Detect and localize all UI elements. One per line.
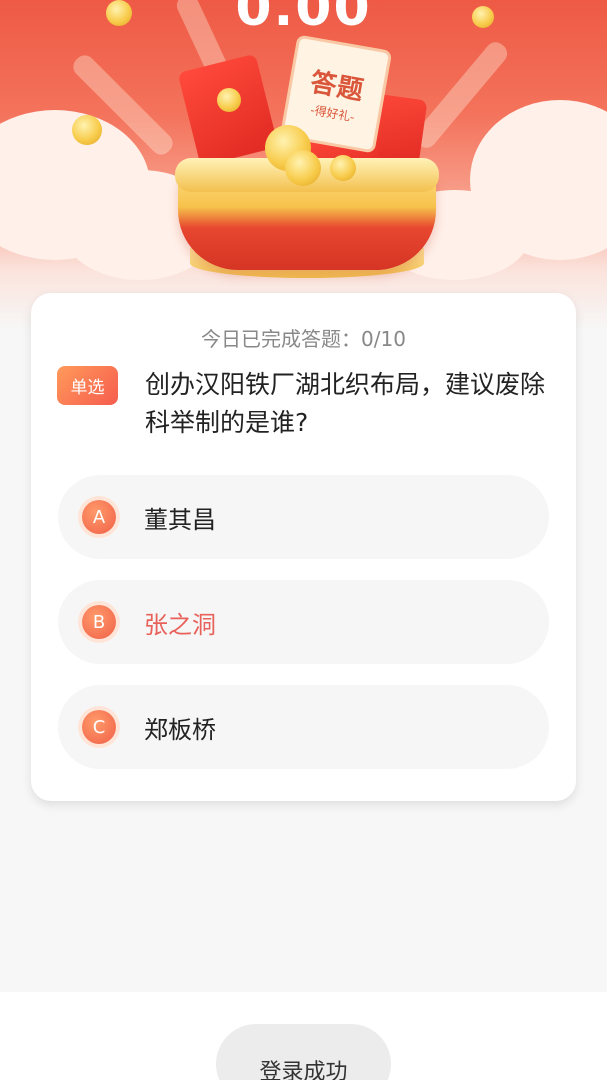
- daily-progress: 今日已完成答题：0/10: [201, 327, 406, 351]
- reward-amount: 0.00: [235, 0, 372, 38]
- ticket-title: 答题: [308, 67, 367, 107]
- gold-coin-icon: [472, 6, 494, 28]
- option-b[interactable]: B 张之洞: [58, 580, 549, 664]
- option-text: 董其昌: [144, 505, 216, 534]
- gold-coin-icon: [330, 155, 356, 181]
- option-text-selected: 张之洞: [144, 610, 216, 639]
- option-c[interactable]: C 郑板桥: [58, 685, 549, 769]
- gold-coin-icon: [106, 0, 132, 26]
- option-text: 郑板桥: [144, 715, 216, 744]
- question-type-badge: 单选: [57, 366, 118, 405]
- login-success-toast: 登录成功: [216, 1024, 391, 1080]
- option-a[interactable]: A 董其昌: [58, 475, 549, 559]
- question-text: 创办汉阳铁厂湖北织布局，建议废除科举制的是谁?: [145, 370, 546, 437]
- gold-coin-icon: [285, 150, 321, 186]
- gold-coin-icon: [72, 115, 102, 145]
- gold-coin-icon: [217, 88, 241, 112]
- option-letter: B: [82, 605, 116, 639]
- option-letter: C: [82, 710, 116, 744]
- quiz-card: 今日已完成答题：0/10 单选 创办汉阳铁厂湖北织布局，建议废除科举制的是谁? …: [31, 293, 576, 801]
- reward-banner: 0.00 答题 -得好礼-: [0, 0, 607, 330]
- option-letter: A: [82, 500, 116, 534]
